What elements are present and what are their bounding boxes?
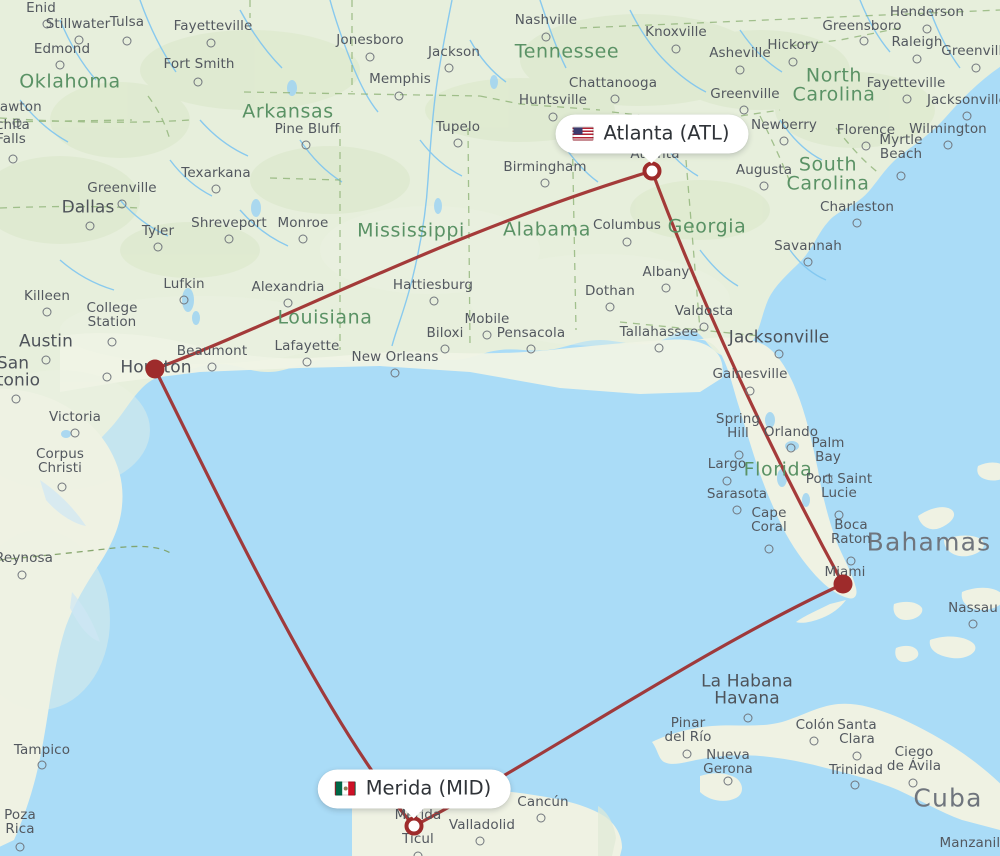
tooltip-arrow (640, 152, 663, 163)
airport-marker-atl[interactable] (642, 161, 662, 181)
tooltip-arrow (403, 807, 425, 818)
tooltip-atlanta[interactable]: Atlanta (ATL) (555, 114, 749, 163)
us-flag-icon (572, 126, 594, 141)
mx-flag-icon (334, 781, 356, 796)
airport-marker-mia[interactable] (833, 574, 853, 594)
map-canvas (0, 0, 1000, 856)
flight-route-map[interactable]: Bahamas Cuba Oklahoma Arkansas Tennessee Mis… (0, 0, 1000, 856)
tooltip-atlanta-label: Atlanta (ATL) (603, 121, 730, 145)
tooltip-merida[interactable]: Merida (MID) (317, 769, 511, 818)
airport-marker-mid[interactable] (404, 816, 424, 836)
tooltip-merida-label: Merida (MID) (365, 776, 492, 800)
airport-marker-iah[interactable] (145, 359, 165, 379)
